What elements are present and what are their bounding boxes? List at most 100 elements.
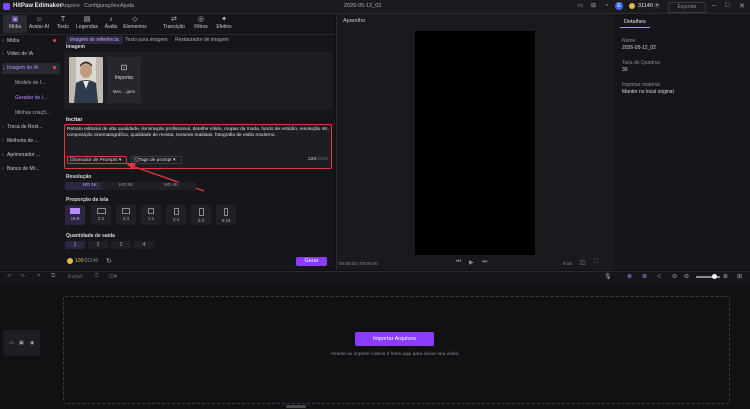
tool-avatar-ai[interactable]: ☺ Avatar AI xyxy=(27,15,51,33)
bell-icon[interactable]: ◔ xyxy=(603,3,610,10)
prompt-text: Retrato editorial de alta qualidade, ilu… xyxy=(67,127,329,139)
video-track-icon[interactable]: ▭ xyxy=(9,340,14,346)
tool-transition[interactable]: ⇄ Transição xyxy=(162,15,186,33)
tool-subtitles[interactable]: ▤ Legendas xyxy=(75,15,99,33)
magnet-icon[interactable]: ⊂ xyxy=(657,273,662,280)
ratio-9-16[interactable]: 9:16 xyxy=(216,205,236,225)
sidebar-item-ai-video[interactable]: › Vídeo de IA xyxy=(2,49,60,60)
tool-elements[interactable]: ◇ Elementos xyxy=(123,15,147,33)
next-frame-icon[interactable]: ⏭ xyxy=(482,259,487,266)
credits-count: 31140 xyxy=(638,3,653,9)
person-photo xyxy=(69,57,103,103)
tool-audio[interactable]: ♪ Áudio xyxy=(99,15,123,33)
redo-icon[interactable]: ↷ xyxy=(20,273,25,280)
tool-filters[interactable]: ◎ Filtros xyxy=(189,15,213,33)
ratio-16-9[interactable]: 16:9 xyxy=(65,205,85,225)
monitor-icon[interactable]: ▭ xyxy=(577,3,584,10)
tab-text-to-image[interactable]: Texto para imagem xyxy=(121,36,172,44)
audio-icon: ♪ xyxy=(109,16,113,23)
gift-icon[interactable]: ⊞ xyxy=(590,3,597,10)
refresh-icon[interactable]: ↻ xyxy=(106,257,112,265)
notification-dot xyxy=(53,39,56,42)
import-image-icon: ⊡ xyxy=(120,63,128,72)
detail-label-framerate: Taxa de Quadros xyxy=(622,60,661,66)
menu-help[interactable]: Ajuda xyxy=(120,3,134,9)
eye-icon[interactable]: ◉ xyxy=(30,340,34,346)
tab-reference-image[interactable]: Imagem de referência xyxy=(66,36,123,44)
export-button[interactable]: Exportar xyxy=(668,2,706,13)
maximize-icon[interactable]: □ xyxy=(725,2,729,9)
sidebar-item-face-swap[interactable]: › Troca de Rost... xyxy=(2,122,60,133)
quantity-4[interactable]: 4 xyxy=(134,241,154,249)
cursor-icon[interactable]: ⌖ xyxy=(37,273,40,280)
tools-dropdown-icon[interactable]: ⊡▾ xyxy=(109,273,117,280)
track-header: ▭ ▣ ◉ xyxy=(3,330,40,356)
quantity-1[interactable]: 1 xyxy=(65,241,85,249)
ratio-3-4[interactable]: 3:4 xyxy=(166,205,186,225)
snapshot-icon[interactable]: ◫ xyxy=(580,259,586,266)
ratio-1-1[interactable]: 1:1 xyxy=(141,205,161,225)
tool-effects[interactable]: ✦ Efeitos xyxy=(212,15,236,33)
fit-icon[interactable]: ⊞ xyxy=(737,273,742,280)
sidebar-item-enhancement[interactable]: › Melhoria de ... xyxy=(2,136,60,147)
speed-icon[interactable]: ⏱ xyxy=(94,273,99,280)
tab-details[interactable]: Detalhes xyxy=(620,17,650,28)
document-name: 2026-05-12_02 xyxy=(344,3,382,9)
ratio-4-3[interactable]: 4:3 xyxy=(116,205,136,225)
microphone-icon[interactable]: 🎙 xyxy=(604,273,612,280)
lock-icon[interactable]: ▣ xyxy=(19,340,24,346)
tool-text[interactable]: T Texto xyxy=(51,15,75,33)
link-icon[interactable]: ⊗ xyxy=(627,273,632,280)
undo-icon[interactable]: ↶ xyxy=(7,273,12,280)
avatar-icon: ☺ xyxy=(35,16,43,23)
aspect-ratio-label: Proporção da tela xyxy=(66,197,109,203)
minimize-icon[interactable]: – xyxy=(712,2,716,9)
fullscreen-icon[interactable]: ⛶ xyxy=(594,259,598,266)
import-files-button[interactable]: Importar Arquivos xyxy=(355,332,434,346)
detail-label-import: Importar material xyxy=(622,82,660,88)
zoom-slider-handle[interactable] xyxy=(712,274,717,279)
detail-value-framerate: 30 xyxy=(622,67,628,73)
quantity-label: Quantidade de saída xyxy=(66,233,115,239)
reference-image-thumbnail[interactable] xyxy=(69,57,103,103)
zoom-in-out-icon[interactable]: ⊖ xyxy=(684,273,689,280)
prompt-generator-dropdown[interactable]: ⊡Gerador de Prompts ▾ xyxy=(67,156,127,164)
tool-media[interactable]: ▣ Mídia xyxy=(3,15,27,33)
zoom-in-icon[interactable]: ⊕ xyxy=(723,273,728,280)
sidebar-item-enhancer[interactable]: › Aprimorador ... xyxy=(2,150,60,161)
menu-settings[interactable]: Configurações xyxy=(84,3,119,9)
sidebar-sub-my-creations[interactable]: Minhas criaçõ... xyxy=(15,110,50,116)
prev-frame-icon[interactable]: ⏮ xyxy=(456,259,461,266)
import-image-button[interactable]: ⊡ Importar Meu ...gem xyxy=(107,57,141,103)
sidebar-item-media[interactable]: › Mídia xyxy=(2,36,60,47)
close-icon[interactable]: ✕ xyxy=(739,2,745,10)
snap-icon[interactable]: ⊕ xyxy=(642,273,647,280)
quantity-2[interactable]: 2 xyxy=(88,241,108,249)
ratio-2-3[interactable]: 2:3 xyxy=(191,205,211,225)
resolution-4k[interactable]: HD 4K xyxy=(146,182,196,190)
sidebar-sub-template[interactable]: Modelo de I... xyxy=(15,80,45,86)
detail-label-name: Nome xyxy=(622,38,636,44)
prompt-label: Incitar xyxy=(66,117,83,123)
sidebar-item-media-bank[interactable]: › Banco de Mí... xyxy=(2,164,60,175)
sidebar-item-ai-image[interactable]: ⌄Imagem de IA xyxy=(2,63,60,74)
quantity-3[interactable]: 3 xyxy=(111,241,131,249)
avatar[interactable]: E xyxy=(615,2,623,10)
ratio-shape-icon xyxy=(224,208,228,216)
delete-button[interactable]: Excluir xyxy=(68,274,83,280)
text-icon: T xyxy=(60,16,66,23)
timeline-drop-zone[interactable] xyxy=(63,296,730,404)
title-bar: HitPaw Edimakor Arquivo Configurações Aj… xyxy=(0,0,750,14)
add-credits-icon[interactable]: + xyxy=(654,3,660,9)
resolution-2k[interactable]: HD 2K xyxy=(101,182,151,190)
menu-file[interactable]: Arquivo xyxy=(61,3,80,9)
play-icon[interactable]: ▶ xyxy=(469,259,474,266)
split-icon[interactable]: ⧉ xyxy=(51,273,55,280)
transition-icon: ⇄ xyxy=(171,16,177,23)
zoom-out-icon[interactable]: ⊖ xyxy=(672,273,677,280)
sidebar-sub-generator[interactable]: Gerador de I... xyxy=(15,95,47,101)
timeline-scrollbar[interactable] xyxy=(286,405,306,408)
tab-image-restorer[interactable]: Restaurador de imagem xyxy=(171,36,233,44)
generate-button[interactable]: Gerar xyxy=(296,257,327,266)
ratio-3-2[interactable]: 3:2 xyxy=(91,205,111,225)
